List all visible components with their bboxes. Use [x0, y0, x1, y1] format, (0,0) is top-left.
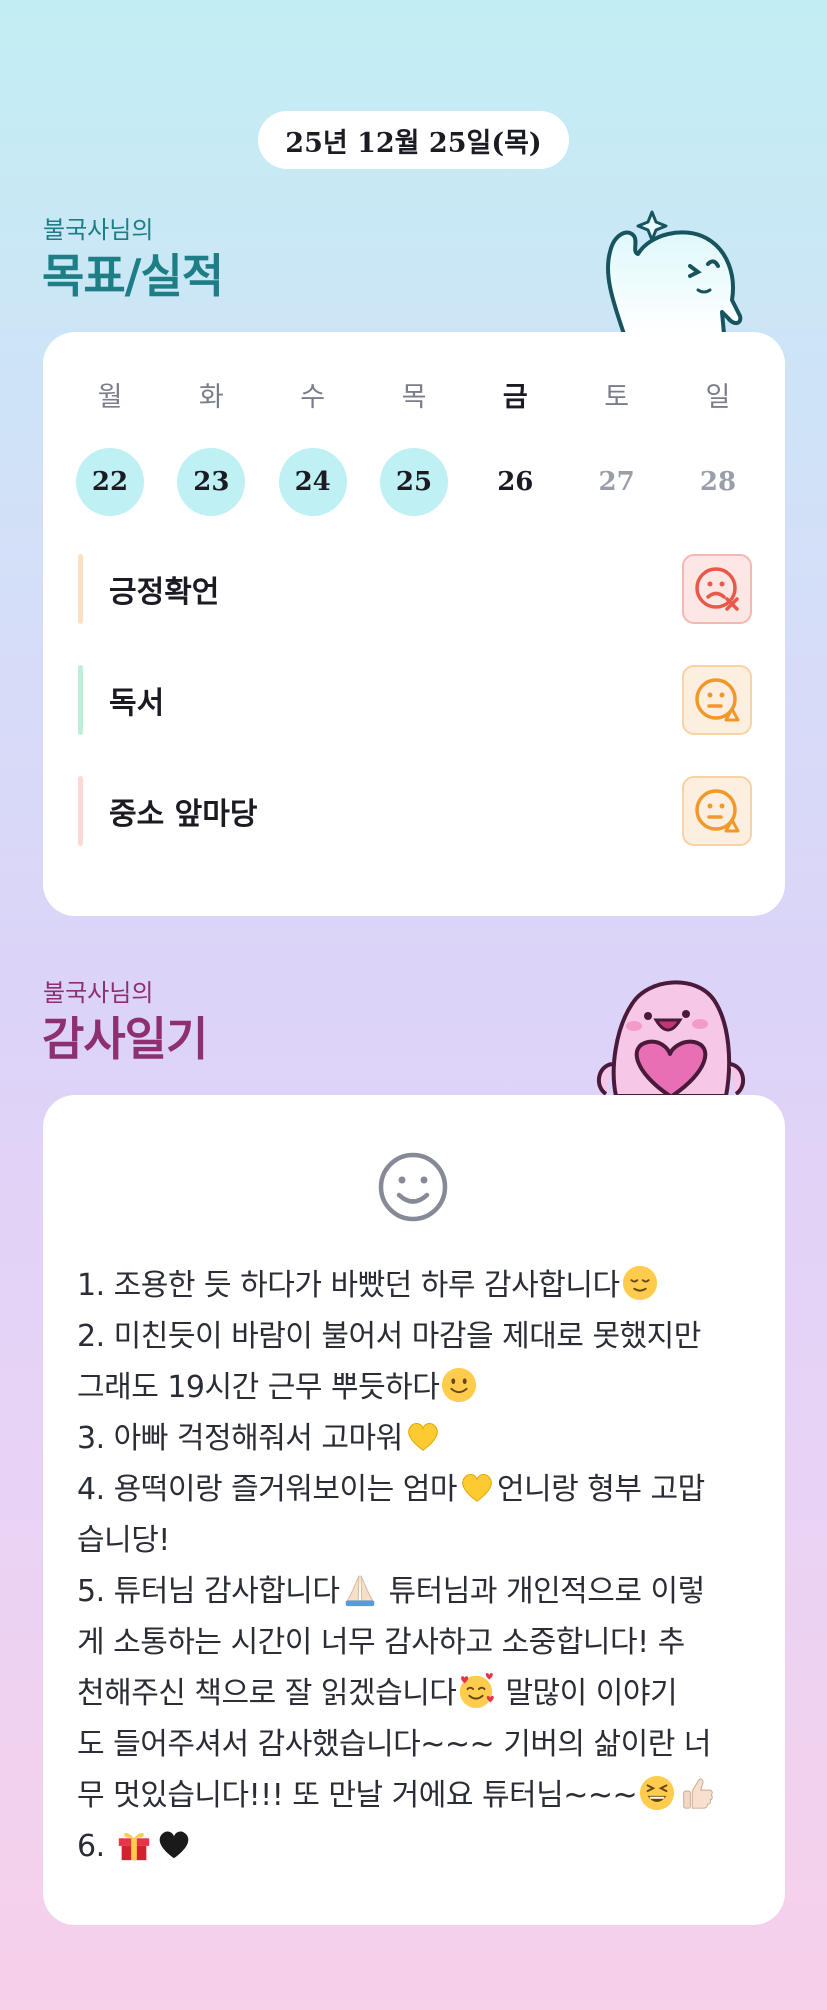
diary-line: 2. 미친듯이 바람이 불어서 마감을 제대로 못했지만: [77, 1319, 701, 1354]
day-thu[interactable]: 목 25: [379, 378, 449, 516]
heart-mascot-illustration: [596, 980, 746, 1096]
day-number: 27: [598, 467, 635, 497]
day-name: 일: [705, 382, 731, 413]
goals-title: 목표/실적: [42, 249, 224, 303]
yellow-heart-emoji: [407, 1423, 438, 1451]
goal-item[interactable]: 독서: [78, 665, 752, 735]
goal-item[interactable]: 긍정확언: [78, 554, 752, 624]
day-name: 화: [198, 382, 224, 413]
day-number: 25: [379, 448, 448, 516]
day-number: 28: [699, 467, 737, 497]
neutral-face-triangle-icon[interactable]: [682, 776, 752, 846]
thumbs-up-emoji: [683, 1778, 713, 1809]
folded-hands-emoji: [345, 1575, 374, 1607]
sad-face-x-icon[interactable]: [682, 554, 752, 624]
diary-card: 1. 조용한 듯 하다가 바빴던 하루 감사합니다 2. 미친듯이 바람이 불어…: [43, 1095, 785, 1925]
day-number: 23: [177, 448, 246, 516]
diary-line: 도 들어주셔서 감사했습니다~~~ 기버의 삶이란 너: [77, 1727, 712, 1762]
goal-label: 중소 앞마당: [109, 797, 258, 832]
goal-label: 긍정확언: [109, 575, 220, 610]
diary-line: 게 소통하는 시간이 너무 감사하고 소중합니다! 추: [77, 1625, 685, 1660]
diary-line: 3. 아빠 걱정해줘서 고마워: [77, 1413, 755, 1464]
grinning-squinting-face-emoji: [640, 1775, 675, 1811]
day-name: 수: [300, 382, 326, 413]
goal-item[interactable]: 중소 앞마당: [78, 776, 752, 846]
day-name: 월: [97, 382, 123, 413]
diary-line: 그래도 19시간 근무 뿌듯하다: [77, 1362, 755, 1413]
week-calendar: 월 22 화 23 수 24 목 25 금 26 토 27 일 28: [75, 378, 753, 516]
yellow-heart-emoji: [462, 1474, 492, 1502]
relieved-face-emoji: [622, 1265, 657, 1301]
day-sat[interactable]: 토 27: [582, 378, 652, 516]
smile-icon[interactable]: [377, 1151, 449, 1223]
diary-line: 6.: [77, 1821, 755, 1872]
day-name: 목: [401, 382, 427, 413]
smiling-face-hearts-emoji: [460, 1673, 495, 1709]
black-heart-emoji: [159, 1831, 188, 1859]
day-sun[interactable]: 일 28: [683, 378, 753, 516]
goal-label: 독서: [109, 686, 165, 721]
neutral-face-triangle-icon[interactable]: [682, 665, 752, 735]
date-badge[interactable]: 25년 12월 25일(목): [258, 111, 569, 169]
day-name: 금: [502, 382, 528, 413]
goal-color-bar: [78, 554, 83, 624]
goal-color-bar: [78, 665, 83, 735]
goal-color-bar: [78, 776, 83, 846]
day-mon[interactable]: 월 22: [75, 378, 145, 516]
day-number: 24: [278, 448, 347, 516]
gift-emoji: [118, 1833, 149, 1861]
diary-line: 천해주신 책으로 잘 읽겠습니다 말많이 이야기: [77, 1668, 755, 1719]
diary-line: 1. 조용한 듯 하다가 바빴던 하루 감사합니다: [77, 1260, 755, 1311]
day-wed[interactable]: 수 24: [278, 378, 348, 516]
diary-line: 5. 튜터님 감사합니다 튜터님과 개인적으로 이렇: [77, 1566, 755, 1617]
cheering-mascot-illustration: [606, 210, 743, 334]
day-name: 토: [604, 382, 630, 413]
day-number: 26: [497, 467, 534, 497]
day-number: 22: [76, 448, 144, 516]
diary-line: 무 멋있습니다!!! 또 만날 거에요 튜터님~~~: [77, 1770, 755, 1821]
diary-entry-text[interactable]: 1. 조용한 듯 하다가 바빴던 하루 감사합니다 2. 미친듯이 바람이 불어…: [77, 1260, 755, 1872]
day-tue[interactable]: 화 23: [176, 378, 246, 516]
diary-line: 4. 용떡이랑 즐거워보이는 엄마 언니랑 형부 고맙: [77, 1464, 755, 1515]
goals-card: 월 22 화 23 수 24 목 25 금 26 토 27 일 28 긍정확언 독서 중소 앞…: [43, 332, 785, 916]
diary-title: 감사일기: [42, 1012, 208, 1066]
diary-line: 습니당!: [77, 1523, 170, 1558]
day-fri[interactable]: 금 26: [480, 378, 550, 516]
smiling-face-emoji: [442, 1367, 477, 1403]
